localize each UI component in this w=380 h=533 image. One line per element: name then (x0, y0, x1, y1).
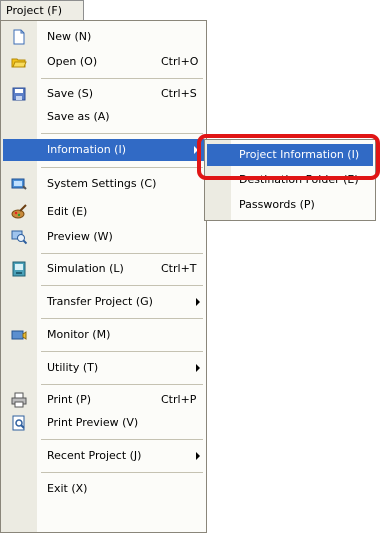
menu-item-label: Utility (T) (47, 361, 99, 374)
menu-item-preview[interactable]: Preview (W) (1, 226, 206, 248)
menu-item-label: Edit (E) (47, 205, 88, 218)
menu-separator (41, 285, 203, 286)
menu-item-shortcut: Ctrl+P (161, 393, 197, 406)
edit-palette-icon (11, 204, 27, 219)
menu-separator (41, 78, 203, 79)
print-icon (11, 392, 27, 408)
menu-project-label: Project (F) (6, 4, 63, 17)
menu-item-label: New (N) (47, 30, 92, 43)
menu-item-label: Transfer Project (G) (47, 295, 153, 308)
submenu-item-label: Passwords (P) (239, 198, 315, 211)
menu-item-new[interactable]: New (N) (1, 26, 206, 48)
menu-item-open[interactable]: Open (O) Ctrl+O (1, 51, 206, 73)
menu-separator (41, 253, 203, 254)
menu-separator (41, 167, 203, 168)
menu-item-print-preview[interactable]: Print Preview (V) (1, 412, 206, 434)
system-settings-icon (11, 178, 27, 190)
menu-item-label: Recent Project (J) (47, 449, 142, 462)
menu-item-monitor[interactable]: Monitor (M) (1, 324, 206, 346)
submenu-item-label: Project Information (I) (239, 148, 360, 161)
monitor-icon (11, 330, 27, 340)
new-document-icon (13, 29, 25, 45)
menu-item-transfer-project[interactable]: Transfer Project (G) (1, 291, 206, 313)
menu-item-label: Print (P) (47, 393, 92, 406)
menu-separator (41, 384, 203, 385)
submenu-arrow-icon (194, 146, 198, 154)
menu-item-shortcut: Ctrl+T (161, 262, 197, 275)
menu-item-utility[interactable]: Utility (T) (1, 357, 206, 379)
menu-item-label: Simulation (L) (47, 262, 124, 275)
menu-item-system-settings[interactable]: System Settings (C) (1, 173, 206, 195)
menu-item-save-as[interactable]: Save as (A) (1, 106, 206, 128)
menu-item-label: Monitor (M) (47, 328, 111, 341)
save-disk-icon (12, 87, 26, 101)
submenu-arrow-icon (196, 452, 200, 460)
submenu-item-destination-folder[interactable]: Destination Folder (E) (205, 169, 375, 191)
menu-item-label: Information (I) (47, 143, 126, 156)
menu-item-recent-project[interactable]: Recent Project (J) (1, 445, 206, 467)
menu-item-label: Print Preview (V) (47, 416, 139, 429)
menu-item-shortcut: Ctrl+S (161, 87, 197, 100)
submenu-arrow-icon (196, 298, 200, 306)
menu-project-tab[interactable]: Project (F) (0, 0, 84, 21)
menu-separator (41, 318, 203, 319)
preview-icon (11, 230, 27, 245)
menu-item-simulation[interactable]: Simulation (L) Ctrl+T (1, 258, 206, 280)
submenu-arrow-icon (196, 364, 200, 372)
project-dropdown-menu: New (N) Open (O) Ctrl+O Save (S) Ctrl+S … (0, 20, 207, 533)
submenu-item-project-information[interactable]: Project Information (I) (207, 144, 373, 166)
menu-item-save[interactable]: Save (S) Ctrl+S (1, 83, 206, 105)
menu-item-label: Open (O) (47, 55, 98, 68)
menu-item-print[interactable]: Print (P) Ctrl+P (1, 389, 206, 411)
menu-item-label: Preview (W) (47, 230, 113, 243)
menu-item-label: Exit (X) (47, 482, 88, 495)
open-folder-icon (11, 58, 27, 68)
simulation-icon (12, 261, 26, 277)
menu-separator (41, 133, 203, 134)
menu-separator (41, 351, 203, 352)
submenu-item-label: Destination Folder (E) (239, 173, 359, 186)
menu-item-edit[interactable]: Edit (E) (1, 201, 206, 223)
menu-item-exit[interactable]: Exit (X) (1, 478, 206, 500)
menu-item-label: Save (S) (47, 87, 94, 100)
submenu-item-passwords[interactable]: Passwords (P) (205, 194, 375, 216)
menu-item-information[interactable]: Information (I) (3, 139, 204, 161)
print-preview-icon (12, 415, 25, 431)
information-submenu: Project Information (I) Destination Fold… (204, 139, 376, 221)
menu-item-label: Save as (A) (47, 110, 110, 123)
menu-separator (41, 472, 203, 473)
menu-separator (41, 439, 203, 440)
menu-item-label: System Settings (C) (47, 177, 157, 190)
menu-item-shortcut: Ctrl+O (161, 55, 199, 68)
